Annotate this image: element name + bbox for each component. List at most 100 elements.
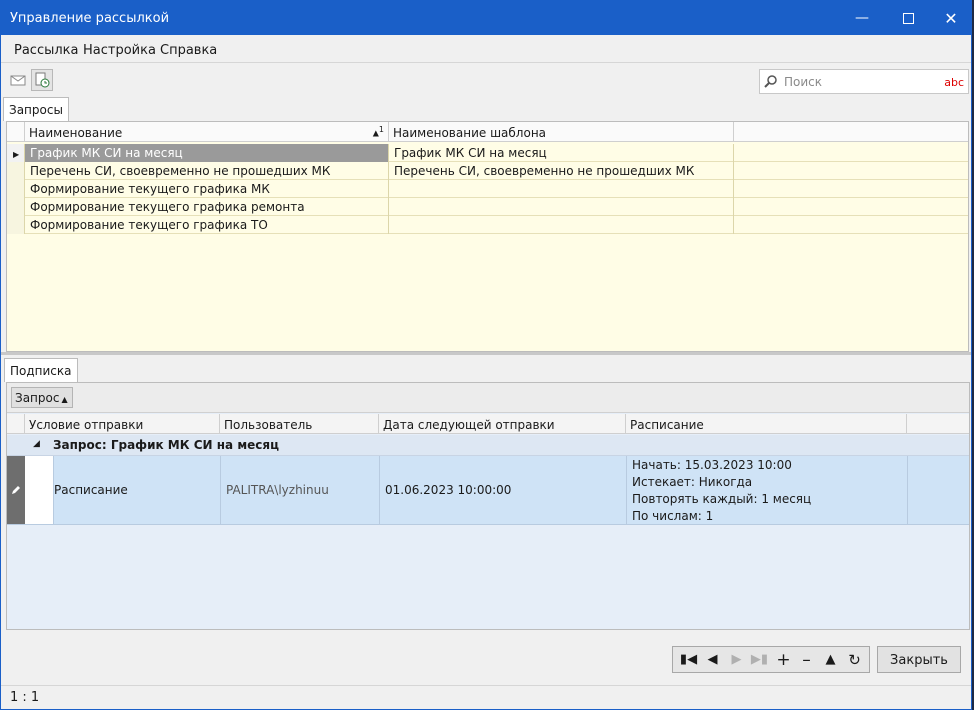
minimize-button[interactable]: — xyxy=(839,1,885,35)
close-button[interactable]: Закрыть xyxy=(877,646,961,673)
next-date-cell[interactable]: 01.06.2023 10:00:00 xyxy=(385,483,511,497)
group-panel: Запрос ▲ xyxy=(7,383,969,413)
schedule-days: По числам: 1 xyxy=(632,509,714,523)
empty-cell xyxy=(734,216,968,234)
toolbar: Поиск abc xyxy=(1,64,971,96)
refresh-icon: ↻ xyxy=(848,650,861,669)
subscription-grid: Запрос ▲ Условие отправки Пользователь Да… xyxy=(6,382,970,630)
column-header-condition-label: Условие отправки xyxy=(29,418,144,432)
group-by-request-button[interactable]: Запрос ▲ xyxy=(11,387,73,408)
request-name-cell[interactable]: Формирование текущего графика ТО xyxy=(25,216,389,234)
subscription-grid-header: Условие отправки Пользователь Дата следу… xyxy=(7,414,969,434)
spellcheck-label: abc xyxy=(944,76,964,89)
first-record-button[interactable]: ▮◀ xyxy=(677,647,700,672)
spellcheck-icon[interactable]: abc xyxy=(944,76,964,89)
column-header-schedule-label: Расписание xyxy=(630,418,704,432)
table-row[interactable]: Перечень СИ, своевременно не прошедших М… xyxy=(7,162,968,180)
empty-cell xyxy=(734,144,968,162)
up-arrow-icon: ▲ xyxy=(825,652,836,667)
main-window: Управление рассылкой — ✕ Рассылка Настро… xyxy=(0,0,972,710)
add-record-button[interactable]: + xyxy=(772,647,795,672)
group-row-label: Запрос: График МК СИ на месяц xyxy=(53,438,279,452)
group-row[interactable]: ◢ Запрос: График МК СИ на месяц xyxy=(7,435,969,456)
new-mailing-button[interactable] xyxy=(7,69,29,91)
request-name-cell[interactable]: Формирование текущего графика МК xyxy=(25,180,389,198)
minimize-icon: — xyxy=(855,10,869,26)
column-header-name-label: Наименование xyxy=(29,126,123,140)
menu-settings[interactable]: Настройка xyxy=(83,43,156,58)
table-row[interactable]: ▶ График МК СИ на месяц График МК СИ на … xyxy=(7,144,968,162)
row-indicator xyxy=(7,180,25,198)
column-header-template-label: Наименование шаблона xyxy=(393,126,547,140)
close-icon: ✕ xyxy=(944,8,958,28)
subscription-row[interactable]: Расписание PALITRA\lyzhinuu 01.06.2023 1… xyxy=(7,456,969,525)
template-name-cell[interactable] xyxy=(389,180,734,198)
edit-record-button[interactable]: ▲ xyxy=(819,647,842,672)
requests-grid-header: Наименование ▲1 Наименование шаблона xyxy=(7,122,968,142)
tab-requests[interactable]: Запросы xyxy=(3,97,69,121)
condition-cell[interactable]: Расписание xyxy=(54,483,128,497)
close-window-button[interactable]: ✕ xyxy=(928,1,974,35)
sort-order-label: 1 xyxy=(378,125,384,134)
requests-grid: Наименование ▲1 Наименование шаблона ▶ Г… xyxy=(6,121,969,352)
schedule-start: Начать: 15.03.2023 10:00 xyxy=(632,458,792,472)
empty-cell xyxy=(734,180,968,198)
empty-cell xyxy=(734,162,968,180)
template-name-cell[interactable]: График МК СИ на месяц xyxy=(389,144,734,162)
last-record-icon: ▶▮ xyxy=(750,652,769,667)
group-by-label: Запрос xyxy=(15,391,60,405)
prev-record-icon: ◀ xyxy=(707,652,718,667)
schedule-cell[interactable]: Начать: 15.03.2023 10:00 Истекает: Никог… xyxy=(632,457,811,525)
last-record-button[interactable]: ▶▮ xyxy=(748,647,771,672)
schedule-repeat: Повторять каждый: 1 месяц xyxy=(632,492,812,506)
cell-divider xyxy=(379,456,380,524)
template-name-cell[interactable] xyxy=(389,216,734,234)
current-row-icon: ▶ xyxy=(7,144,25,162)
user-cell[interactable]: PALITRA\lyzhinuu xyxy=(226,483,329,497)
column-header-template[interactable]: Наименование шаблона xyxy=(389,122,734,142)
edit-row-indicator xyxy=(7,456,25,524)
delete-record-button[interactable]: – xyxy=(795,647,818,672)
record-navigator: ▮◀ ◀ ▶ ▶▮ + – ▲ ↻ xyxy=(672,646,870,673)
prev-record-button[interactable]: ◀ xyxy=(701,647,724,672)
envelope-icon xyxy=(10,75,26,86)
maximize-button[interactable] xyxy=(885,1,931,35)
cell-divider xyxy=(220,456,221,524)
column-header-next-date[interactable]: Дата следующей отправки xyxy=(379,414,626,434)
column-header-empty xyxy=(907,414,969,434)
splitter[interactable] xyxy=(1,352,971,355)
column-header-name[interactable]: Наименование ▲1 xyxy=(25,122,389,142)
minus-icon: – xyxy=(802,649,811,670)
menu-help[interactable]: Справка xyxy=(160,43,217,58)
cell-divider xyxy=(626,456,627,524)
next-record-button[interactable]: ▶ xyxy=(725,647,748,672)
tab-subscription[interactable]: Подписка xyxy=(4,358,78,382)
request-name-cell[interactable]: График МК СИ на месяц xyxy=(25,144,389,162)
empty-cell xyxy=(734,198,968,216)
request-name-cell[interactable]: Перечень СИ, своевременно не прошедших М… xyxy=(25,162,389,180)
row-indicator-header xyxy=(7,414,25,434)
menu-mailing[interactable]: Рассылка xyxy=(14,43,79,58)
maximize-icon xyxy=(902,12,914,24)
search-input[interactable]: Поиск abc xyxy=(759,69,969,94)
template-name-cell[interactable]: Перечень СИ, своевременно не прошедших М… xyxy=(389,162,734,180)
table-row[interactable]: Формирование текущего графика ТО xyxy=(7,216,968,234)
next-record-icon: ▶ xyxy=(731,652,742,667)
window-title: Управление рассылкой xyxy=(10,11,170,26)
search-icon xyxy=(764,75,777,88)
column-header-condition[interactable]: Условие отправки xyxy=(25,414,220,434)
template-name-cell[interactable] xyxy=(389,198,734,216)
plus-icon: + xyxy=(776,649,791,670)
table-row[interactable]: Формирование текущего графика МК xyxy=(7,180,968,198)
refresh-button[interactable]: ↻ xyxy=(843,647,866,672)
table-row[interactable]: Формирование текущего графика ремонта xyxy=(7,198,968,216)
row-expand-spacer xyxy=(25,456,54,524)
pencil-icon xyxy=(12,486,20,494)
column-header-user[interactable]: Пользователь xyxy=(220,414,379,434)
document-clock-icon xyxy=(35,72,50,88)
request-name-cell[interactable]: Формирование текущего графика ремонта xyxy=(25,198,389,216)
collapse-icon[interactable]: ◢ xyxy=(33,439,40,449)
column-header-schedule[interactable]: Расписание xyxy=(626,414,907,434)
schedule-mailing-button[interactable] xyxy=(31,69,53,91)
sort-asc-icon: ▲1 xyxy=(372,125,384,138)
